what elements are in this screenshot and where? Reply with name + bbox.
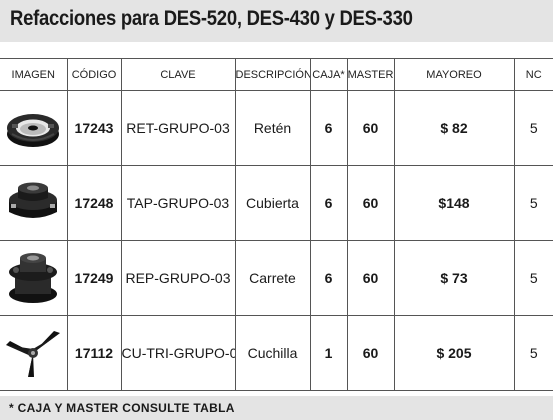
nc-cell: 5 xyxy=(513,90,553,166)
parts-table: IMAGEN CÓDIGO CLAVE DESCRIPCIÓN CAJA* MA… xyxy=(0,58,553,391)
table-row: 17248 TAP-GRUPO-03 Cubierta 6 60 $148 5 xyxy=(0,165,553,241)
nc-cell: 5 xyxy=(513,240,553,316)
cover-image xyxy=(0,165,68,241)
nc-cell: 5 xyxy=(513,315,553,391)
header-row: IMAGEN CÓDIGO CLAVE DESCRIPCIÓN CAJA* MA… xyxy=(0,58,553,91)
mayoreo-cell: $148 xyxy=(393,165,515,241)
master-cell: 60 xyxy=(346,90,395,166)
blade-image xyxy=(0,315,68,391)
table-row: 17249 REP-GRUPO-03 Carrete 6 60 $ 73 5 xyxy=(0,240,553,316)
footnote: * CAJA Y MASTER CONSULTE TABLA xyxy=(9,401,235,415)
clave-cell: REP-GRUPO-03 xyxy=(120,240,236,316)
caja-cell: 6 xyxy=(309,165,348,241)
descripcion-cell: Cubierta xyxy=(234,165,311,241)
mayoreo-cell: $ 205 xyxy=(393,315,515,391)
header-codigo: CÓDIGO xyxy=(66,58,122,91)
caja-cell: 1 xyxy=(309,315,348,391)
codigo-cell: 17112 xyxy=(66,315,122,391)
header-clave: CLAVE xyxy=(120,58,236,91)
header-master: MASTER xyxy=(346,58,395,91)
header-mayoreo: MAYOREO xyxy=(393,58,515,91)
title-bar: Refacciones para DES-520, DES-430 y DES-… xyxy=(0,0,553,42)
table-row: 17112 CU-TRI-GRUPO-01 Cuchilla 1 60 $ 20… xyxy=(0,315,553,391)
caja-cell: 6 xyxy=(309,90,348,166)
header-caja: CAJA* xyxy=(309,58,348,91)
descripcion-cell: Retén xyxy=(234,90,311,166)
descripcion-cell: Carrete xyxy=(234,240,311,316)
nc-cell: 5 xyxy=(513,165,553,241)
page-title: Refacciones para DES-520, DES-430 y DES-… xyxy=(10,7,413,30)
master-cell: 60 xyxy=(346,165,395,241)
mayoreo-cell: $ 82 xyxy=(393,90,515,166)
retainer-image xyxy=(0,90,68,166)
caja-cell: 6 xyxy=(309,240,348,316)
header-imagen: IMAGEN xyxy=(0,58,68,91)
table-row: 17243 RET-GRUPO-03 Retén 6 60 $ 82 5 xyxy=(0,90,553,166)
clave-cell: CU-TRI-GRUPO-01 xyxy=(120,315,236,391)
clave-cell: TAP-GRUPO-03 xyxy=(120,165,236,241)
codigo-cell: 17248 xyxy=(66,165,122,241)
header-descripcion: DESCRIPCIÓN xyxy=(234,58,311,91)
footnote-bar: * CAJA Y MASTER CONSULTE TABLA xyxy=(0,396,553,420)
mayoreo-cell: $ 73 xyxy=(393,240,515,316)
codigo-cell: 17243 xyxy=(66,90,122,166)
master-cell: 60 xyxy=(346,240,395,316)
master-cell: 60 xyxy=(346,315,395,391)
codigo-cell: 17249 xyxy=(66,240,122,316)
descripcion-cell: Cuchilla xyxy=(234,315,311,391)
spool-image xyxy=(0,240,68,316)
clave-cell: RET-GRUPO-03 xyxy=(120,90,236,166)
header-nc: NC xyxy=(513,58,553,91)
